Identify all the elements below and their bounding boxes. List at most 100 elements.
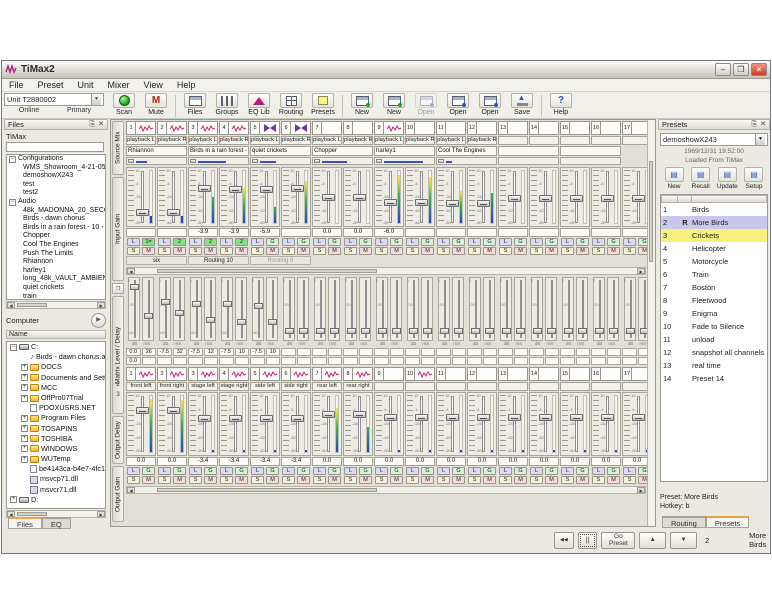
mute-button[interactable]: M bbox=[514, 476, 527, 484]
preset-row[interactable]: 7 Boston bbox=[661, 281, 767, 294]
output-number[interactable]: 13 bbox=[498, 367, 508, 381]
channel-number[interactable]: 1 bbox=[126, 121, 136, 135]
solo-button[interactable]: S bbox=[220, 247, 233, 255]
group-button[interactable]: G bbox=[545, 238, 558, 246]
tree-item[interactable]: be4143ca-b4e7-4fc1-a bbox=[7, 464, 105, 474]
output-gain-value[interactable]: 0.0 bbox=[343, 457, 373, 466]
output-number[interactable]: 14 bbox=[529, 367, 539, 381]
link-button[interactable]: L bbox=[282, 238, 295, 246]
fader-thumb[interactable] bbox=[198, 415, 211, 423]
restore-button[interactable]: ❐ bbox=[733, 63, 749, 76]
group-button[interactable]: G bbox=[390, 467, 403, 475]
link-button[interactable]: L bbox=[189, 467, 202, 475]
mute-button[interactable]: M bbox=[297, 476, 310, 484]
fader-thumb[interactable] bbox=[167, 406, 180, 414]
tree-item[interactable]: + Program Files bbox=[7, 413, 105, 423]
solo-button[interactable]: S bbox=[406, 247, 419, 255]
solo-button[interactable]: S bbox=[158, 247, 171, 255]
solo-button[interactable]: S bbox=[313, 247, 326, 255]
solo-button[interactable]: S bbox=[375, 247, 388, 255]
matrix-value[interactable] bbox=[219, 357, 234, 365]
solo-button[interactable]: S bbox=[592, 247, 605, 255]
group-button[interactable]: G bbox=[421, 238, 434, 246]
preset-row[interactable]: 8 Fleetwood bbox=[661, 294, 767, 307]
solo-button[interactable]: S bbox=[437, 476, 450, 484]
tree-item[interactable]: + D: bbox=[7, 495, 105, 505]
input-gain-value[interactable] bbox=[591, 228, 621, 237]
fader-thumb[interactable] bbox=[299, 327, 308, 334]
link-button[interactable]: L bbox=[313, 238, 326, 246]
matrix-value[interactable] bbox=[405, 357, 420, 365]
channel-number[interactable]: 5 bbox=[250, 121, 260, 135]
group-button[interactable]: G bbox=[204, 467, 217, 475]
save-button[interactable]: Save bbox=[507, 93, 537, 117]
link-button[interactable]: L bbox=[406, 238, 419, 246]
group-button[interactable]: G bbox=[545, 467, 558, 475]
fader-thumb[interactable] bbox=[223, 300, 232, 307]
mute-button[interactable]: M bbox=[421, 247, 434, 255]
tree-item[interactable]: quiet crickets bbox=[7, 284, 105, 293]
progress-handle-icon[interactable] bbox=[252, 159, 258, 163]
group-button[interactable]: G bbox=[576, 467, 589, 475]
matrix-value[interactable] bbox=[467, 348, 482, 356]
link-button[interactable]: L bbox=[561, 238, 574, 246]
channel-io-label[interactable] bbox=[591, 136, 621, 145]
matrix-value[interactable] bbox=[498, 348, 513, 356]
group-button[interactable]: G bbox=[483, 467, 496, 475]
tree-expander-icon[interactable]: + bbox=[21, 374, 28, 382]
tree-item[interactable]: msvcr71.dll bbox=[7, 485, 105, 495]
tree-expander-icon[interactable]: + bbox=[21, 384, 28, 392]
output-name[interactable] bbox=[591, 382, 621, 391]
matrix-value[interactable] bbox=[374, 357, 389, 365]
output-number[interactable]: 10 bbox=[405, 367, 415, 381]
presets-button[interactable]: Presets bbox=[308, 93, 338, 117]
output-number[interactable]: 6 bbox=[281, 367, 291, 381]
matrix-value[interactable] bbox=[513, 348, 528, 356]
output-name[interactable] bbox=[529, 382, 559, 391]
pair-name[interactable]: Chopper bbox=[312, 146, 373, 156]
fader-thumb[interactable] bbox=[378, 327, 387, 334]
tree-item[interactable]: Rhiannon bbox=[7, 258, 105, 267]
group-button[interactable]: G bbox=[266, 238, 279, 246]
link-button[interactable]: L bbox=[530, 467, 543, 475]
group-button[interactable]: G bbox=[421, 467, 434, 475]
pair-name[interactable]: quiet crickets bbox=[250, 146, 311, 156]
fader-thumb[interactable] bbox=[502, 327, 511, 334]
pin-icon[interactable]: ⎘ bbox=[90, 121, 96, 128]
preset-row[interactable]: 1 Birds bbox=[661, 203, 767, 216]
matrix-value[interactable] bbox=[250, 357, 265, 365]
tree-item[interactable]: + TOSAPINS bbox=[7, 424, 105, 434]
tree-item[interactable]: train bbox=[7, 293, 105, 300]
menu-mixer[interactable]: Mixer bbox=[101, 80, 137, 90]
tree-expander-icon[interactable]: − bbox=[9, 198, 16, 206]
files-tree-hscrollbar[interactable]: ◀ ▶ bbox=[6, 301, 106, 309]
help-button[interactable]: ? Help bbox=[546, 93, 576, 117]
fader-thumb[interactable] bbox=[570, 195, 583, 203]
input-gain-value[interactable] bbox=[126, 228, 156, 237]
channel-number[interactable]: 4 bbox=[219, 121, 229, 135]
solo-button[interactable]: S bbox=[344, 476, 357, 484]
group-button[interactable]: G bbox=[266, 467, 279, 475]
solo-button[interactable]: S bbox=[344, 247, 357, 255]
matrix-value[interactable] bbox=[560, 357, 575, 365]
preset-row[interactable]: 4 Helicopter bbox=[661, 242, 767, 255]
input-gain-value[interactable]: -5.9 bbox=[250, 228, 280, 237]
matrix-popout-icon[interactable]: ❐ bbox=[112, 283, 124, 294]
tree-item[interactable]: WMS_Showroom_4-21-05 bbox=[7, 164, 105, 173]
fader-thumb[interactable] bbox=[440, 327, 449, 334]
matrix-value[interactable] bbox=[405, 348, 420, 356]
channel-number[interactable]: 2 bbox=[157, 121, 167, 135]
output-gain-value[interactable]: 0.0 bbox=[157, 457, 187, 466]
matrix-value[interactable] bbox=[467, 357, 482, 365]
fader-thumb[interactable] bbox=[161, 298, 170, 305]
pair-name[interactable] bbox=[560, 146, 621, 156]
output-number[interactable]: 17 bbox=[622, 367, 632, 381]
tree-expander-icon[interactable]: + bbox=[21, 455, 28, 463]
matrix-value[interactable] bbox=[343, 357, 358, 365]
solo-button[interactable]: S bbox=[499, 247, 512, 255]
matrix-value[interactable] bbox=[529, 357, 544, 365]
fader-thumb[interactable] bbox=[601, 413, 614, 421]
fader-thumb[interactable] bbox=[322, 193, 335, 201]
tree-item[interactable]: demoshowX243 bbox=[7, 172, 105, 181]
tree-expander-icon[interactable]: − bbox=[10, 343, 17, 351]
